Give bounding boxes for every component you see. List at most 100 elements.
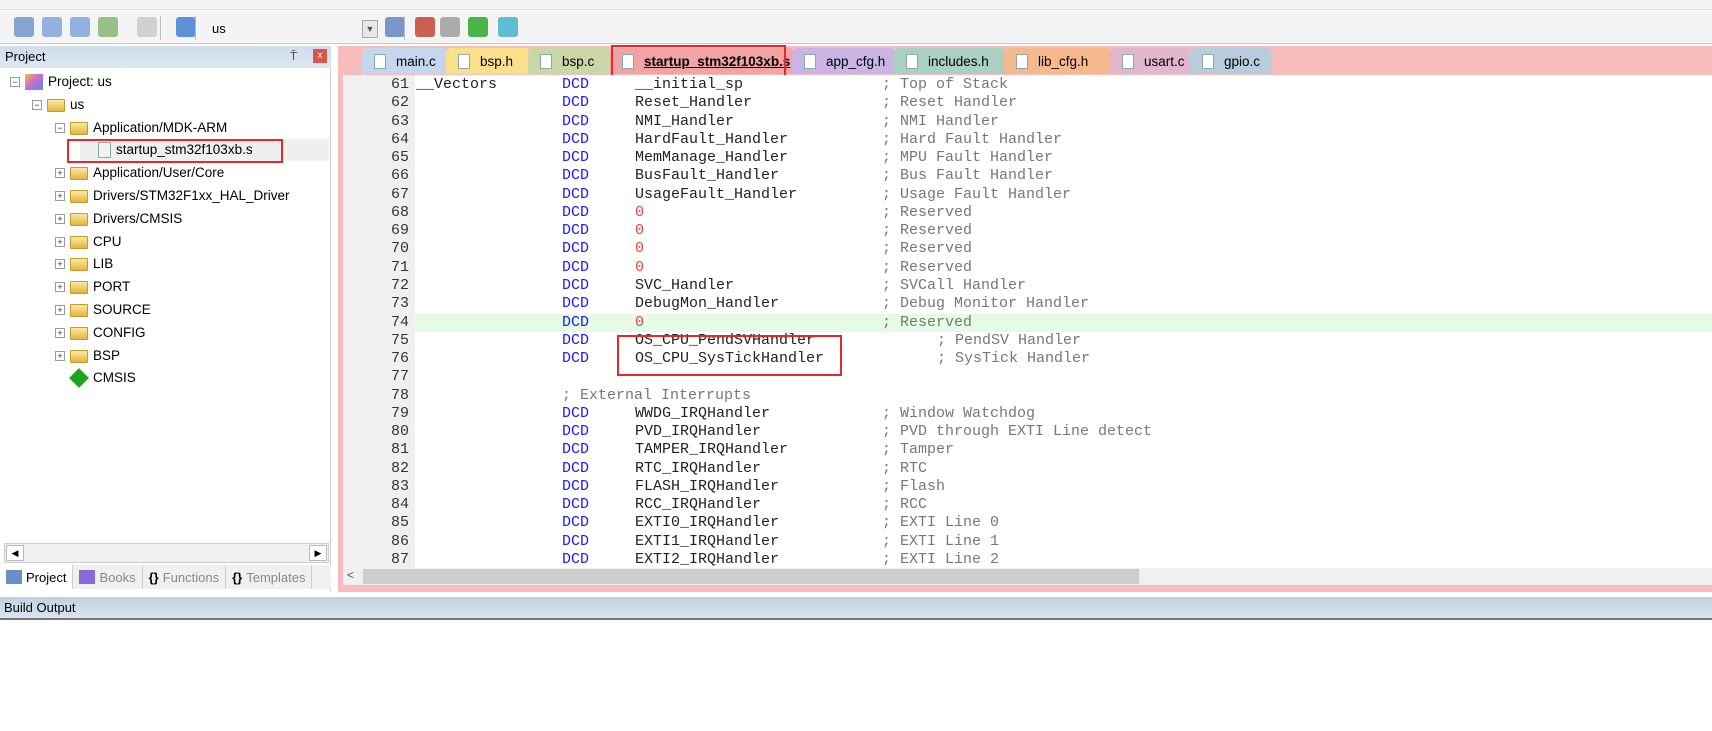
tab-gpio-c[interactable]: gpio.c xyxy=(1190,48,1272,74)
line-number: 70 xyxy=(390,240,409,258)
manage-components-icon[interactable] xyxy=(415,17,435,37)
code-keyword: DCD xyxy=(562,459,590,477)
tab-usart-c[interactable]: usart.c xyxy=(1110,48,1192,74)
code-keyword: DCD xyxy=(562,203,590,221)
code-keyword: DCD xyxy=(562,404,590,422)
tree-item[interactable]: − Application/MDK-ARM xyxy=(55,117,227,139)
build-icon[interactable] xyxy=(70,17,90,37)
collapse-icon[interactable]: − xyxy=(32,100,42,110)
code-line: 81 DCD TAMPER_IRQHandler ; Tamper xyxy=(343,441,1712,459)
tree-item-label: CONFIG xyxy=(93,325,146,340)
code-keyword: DCD xyxy=(562,130,590,148)
code-keyword: DCD xyxy=(562,331,590,349)
batch-build-icon[interactable] xyxy=(14,17,34,37)
code-keyword: DCD xyxy=(562,496,590,514)
code-comment: ; EXTI Line 2 xyxy=(882,551,1000,568)
templates-icon: {} xyxy=(232,570,243,585)
tab-label: Project xyxy=(26,569,67,585)
rebuild-icon[interactable] xyxy=(98,17,118,37)
code-line: 70 DCD 0 ; Reserved xyxy=(343,240,1712,258)
collapse-icon[interactable]: − xyxy=(10,77,20,87)
scroll-left-button[interactable]: ◀ xyxy=(6,545,24,561)
line-number: 87 xyxy=(390,551,409,568)
line-number: 66 xyxy=(390,167,409,185)
scroll-right-button[interactable]: ▶ xyxy=(309,545,327,561)
tab-bsp-c[interactable]: bsp.c xyxy=(528,48,612,74)
tab-lib-cfg-h[interactable]: lib_cfg.h xyxy=(1004,48,1112,74)
close-panel-button[interactable]: x xyxy=(313,49,327,63)
line-number: 67 xyxy=(390,185,409,203)
toolbar-separator xyxy=(160,16,161,40)
folder-icon xyxy=(70,326,88,340)
folder-icon xyxy=(70,235,88,249)
line-number: 75 xyxy=(390,331,409,349)
tab-label: lib_cfg.h xyxy=(1038,53,1089,69)
line-number: 77 xyxy=(390,368,409,386)
pin-icon[interactable]: ⍑ xyxy=(290,49,297,64)
code-operand: FLASH_IRQHandler xyxy=(635,477,780,495)
folder-icon xyxy=(70,303,88,317)
tree-item[interactable]: + CONFIG xyxy=(55,322,146,344)
tab-books[interactable]: Books xyxy=(73,565,143,589)
code-operand: WWDG_IRQHandler xyxy=(635,404,771,422)
expand-icon[interactable]: + xyxy=(55,259,65,269)
project-hscrollbar[interactable]: ◀ ▶ xyxy=(4,543,329,563)
pack-installer-icon[interactable] xyxy=(498,17,518,37)
download-icon[interactable] xyxy=(176,17,196,37)
code-editor[interactable]: 61 __Vectors DCD __initial_sp ; Top of Stack… xyxy=(343,75,1712,568)
expand-icon[interactable]: + xyxy=(55,237,65,247)
target-options-icon[interactable] xyxy=(385,17,405,37)
code-line: 82 DCD RTC_IRQHandler ; RTC xyxy=(343,460,1712,478)
tree-item[interactable]: + Application/User/Core xyxy=(55,162,224,184)
build-output-title: Build Output xyxy=(4,600,76,615)
tab-includes-h[interactable]: includes.h xyxy=(894,48,1006,74)
code-operand: EXTI0_IRQHandler xyxy=(635,514,780,532)
editor-scroll-thumb[interactable] xyxy=(363,569,1139,584)
code-keyword: DCD xyxy=(562,441,590,459)
environment-icon[interactable] xyxy=(440,17,460,37)
code-keyword: DCD xyxy=(562,112,590,130)
tab-label: main.c xyxy=(396,53,436,69)
code-line: 75 DCD OS_CPU_PendSVHandler; PendSV Handle… xyxy=(343,332,1712,350)
expand-icon[interactable]: + xyxy=(55,168,65,178)
translate-icon[interactable] xyxy=(42,17,62,37)
tree-item[interactable]: + PORT xyxy=(55,276,130,298)
code-comment: ; PVD through EXTI Line detect xyxy=(882,423,1153,441)
editor-tabs: main.c bsp.h bsp.c startup_stm32f103xb.s app… xyxy=(338,46,1712,74)
tab-app-cfg-h[interactable]: app_cfg.h xyxy=(792,48,896,74)
expand-icon[interactable]: + xyxy=(55,305,65,315)
target-dropdown-button[interactable]: ▼ xyxy=(362,20,378,38)
tab-main-c[interactable]: main.c xyxy=(362,48,448,74)
tree-item[interactable]: − us xyxy=(32,94,84,116)
stop-build-icon[interactable] xyxy=(137,17,157,37)
tree-item[interactable]: + Drivers/CMSIS xyxy=(55,208,182,230)
code-operand: UsageFault_Handler xyxy=(635,185,798,203)
code-keyword: DCD xyxy=(562,240,590,258)
expand-icon[interactable]: + xyxy=(55,351,65,361)
tree-item[interactable]: + SOURCE xyxy=(55,299,151,321)
tree-item[interactable]: CMSIS xyxy=(55,367,136,389)
collapse-icon[interactable]: − xyxy=(55,123,65,133)
tab-functions[interactable]: {} Functions xyxy=(143,565,227,589)
select-packs-icon[interactable] xyxy=(468,17,488,37)
tab-project[interactable]: Project xyxy=(0,565,74,589)
tree-item[interactable]: + Drivers/STM32F1xx_HAL_Driver xyxy=(55,185,290,207)
tab-bsp-h[interactable]: bsp.h xyxy=(446,48,530,74)
tree-item[interactable]: − Project: us xyxy=(10,71,112,93)
target-select[interactable]: us xyxy=(204,19,384,39)
tree-item[interactable]: + CPU xyxy=(55,231,122,253)
expand-icon[interactable]: + xyxy=(55,282,65,292)
folder-icon xyxy=(70,212,88,226)
expand-icon[interactable]: + xyxy=(55,191,65,201)
scroll-left-icon[interactable]: < xyxy=(347,568,354,582)
tab-templates[interactable]: {} Templates xyxy=(226,565,313,589)
code-comment: ; RTC xyxy=(882,459,928,477)
tab-label: bsp.h xyxy=(480,53,514,69)
tree-item[interactable]: + BSP xyxy=(55,345,120,367)
expand-icon[interactable]: + xyxy=(55,328,65,338)
tree-item-label: PORT xyxy=(93,279,131,294)
tree-item[interactable]: + LIB xyxy=(55,253,113,275)
expand-icon[interactable]: + xyxy=(55,214,65,224)
code-keyword: DCD xyxy=(562,313,590,331)
code-keyword: DCD xyxy=(562,276,590,294)
